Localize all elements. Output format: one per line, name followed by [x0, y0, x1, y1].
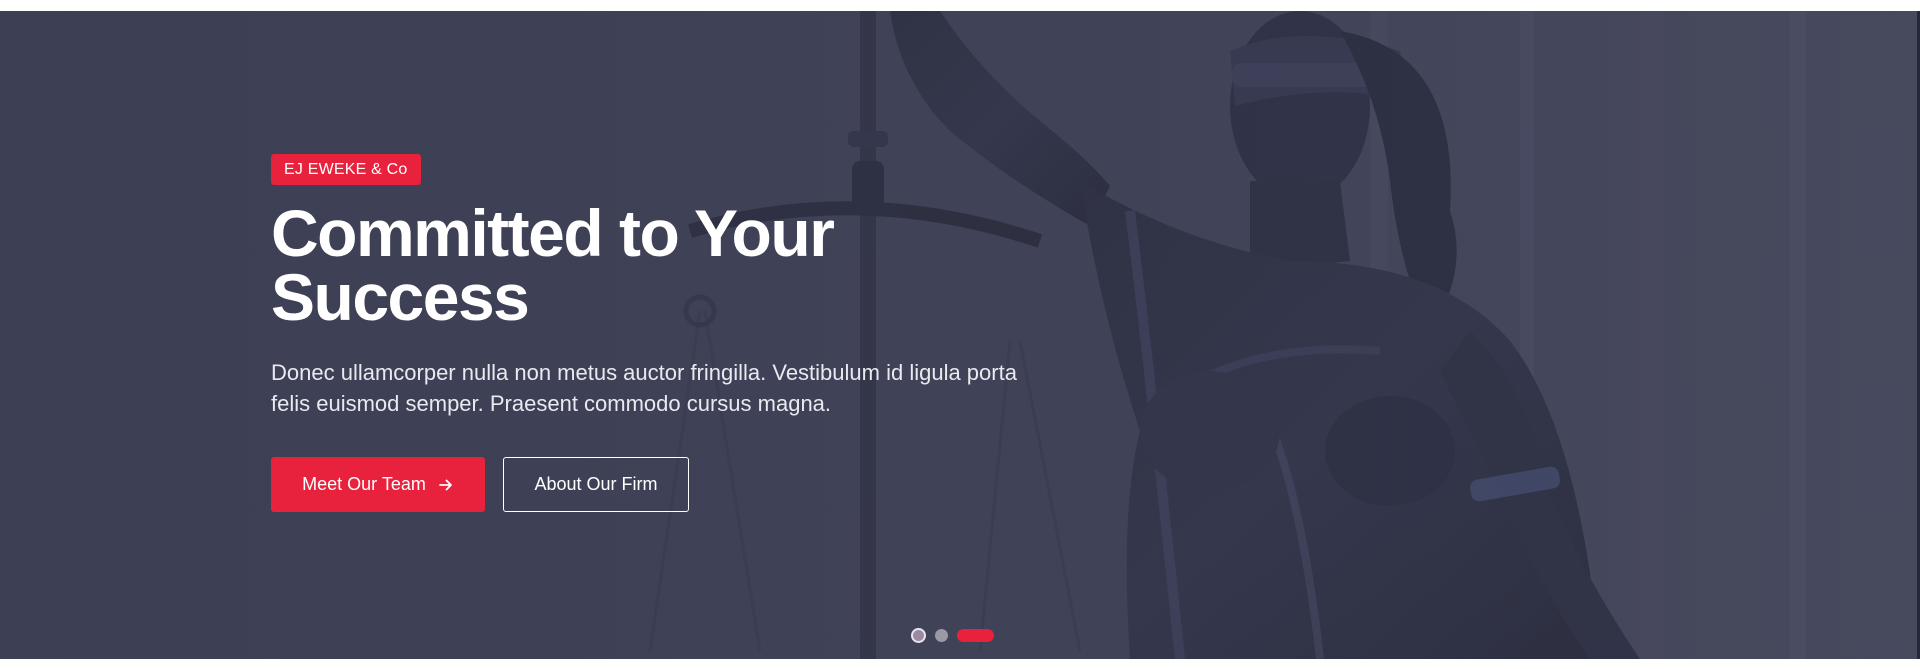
arrow-right-icon: [438, 477, 454, 493]
hero-title: Committed to Your Success: [271, 196, 835, 334]
hero-actions: Meet Our Team About Our Firm: [271, 457, 1071, 512]
hero-description: Donec ullamcorper nulla non metus auctor…: [271, 360, 1017, 416]
slide-dot-1[interactable]: [911, 628, 926, 643]
firm-badge: EJ EWEKE & Co: [271, 154, 421, 185]
hero-content: EJ EWEKE & Co Committed to Your Success …: [271, 154, 1071, 512]
page: EJ EWEKE & Co Committed to Your Success …: [0, 0, 1920, 669]
meet-our-team-label: Meet Our Team: [302, 474, 426, 494]
slider-pagination: [911, 628, 994, 643]
meet-our-team-button[interactable]: Meet Our Team: [271, 457, 485, 512]
hero-slider: EJ EWEKE & Co Committed to Your Success …: [0, 11, 1917, 659]
about-our-firm-label: About Our Firm: [534, 474, 658, 494]
slide-dot-2[interactable]: [935, 629, 948, 642]
slide-dot-3-active[interactable]: [957, 629, 994, 642]
about-our-firm-button[interactable]: About Our Firm: [503, 457, 689, 512]
